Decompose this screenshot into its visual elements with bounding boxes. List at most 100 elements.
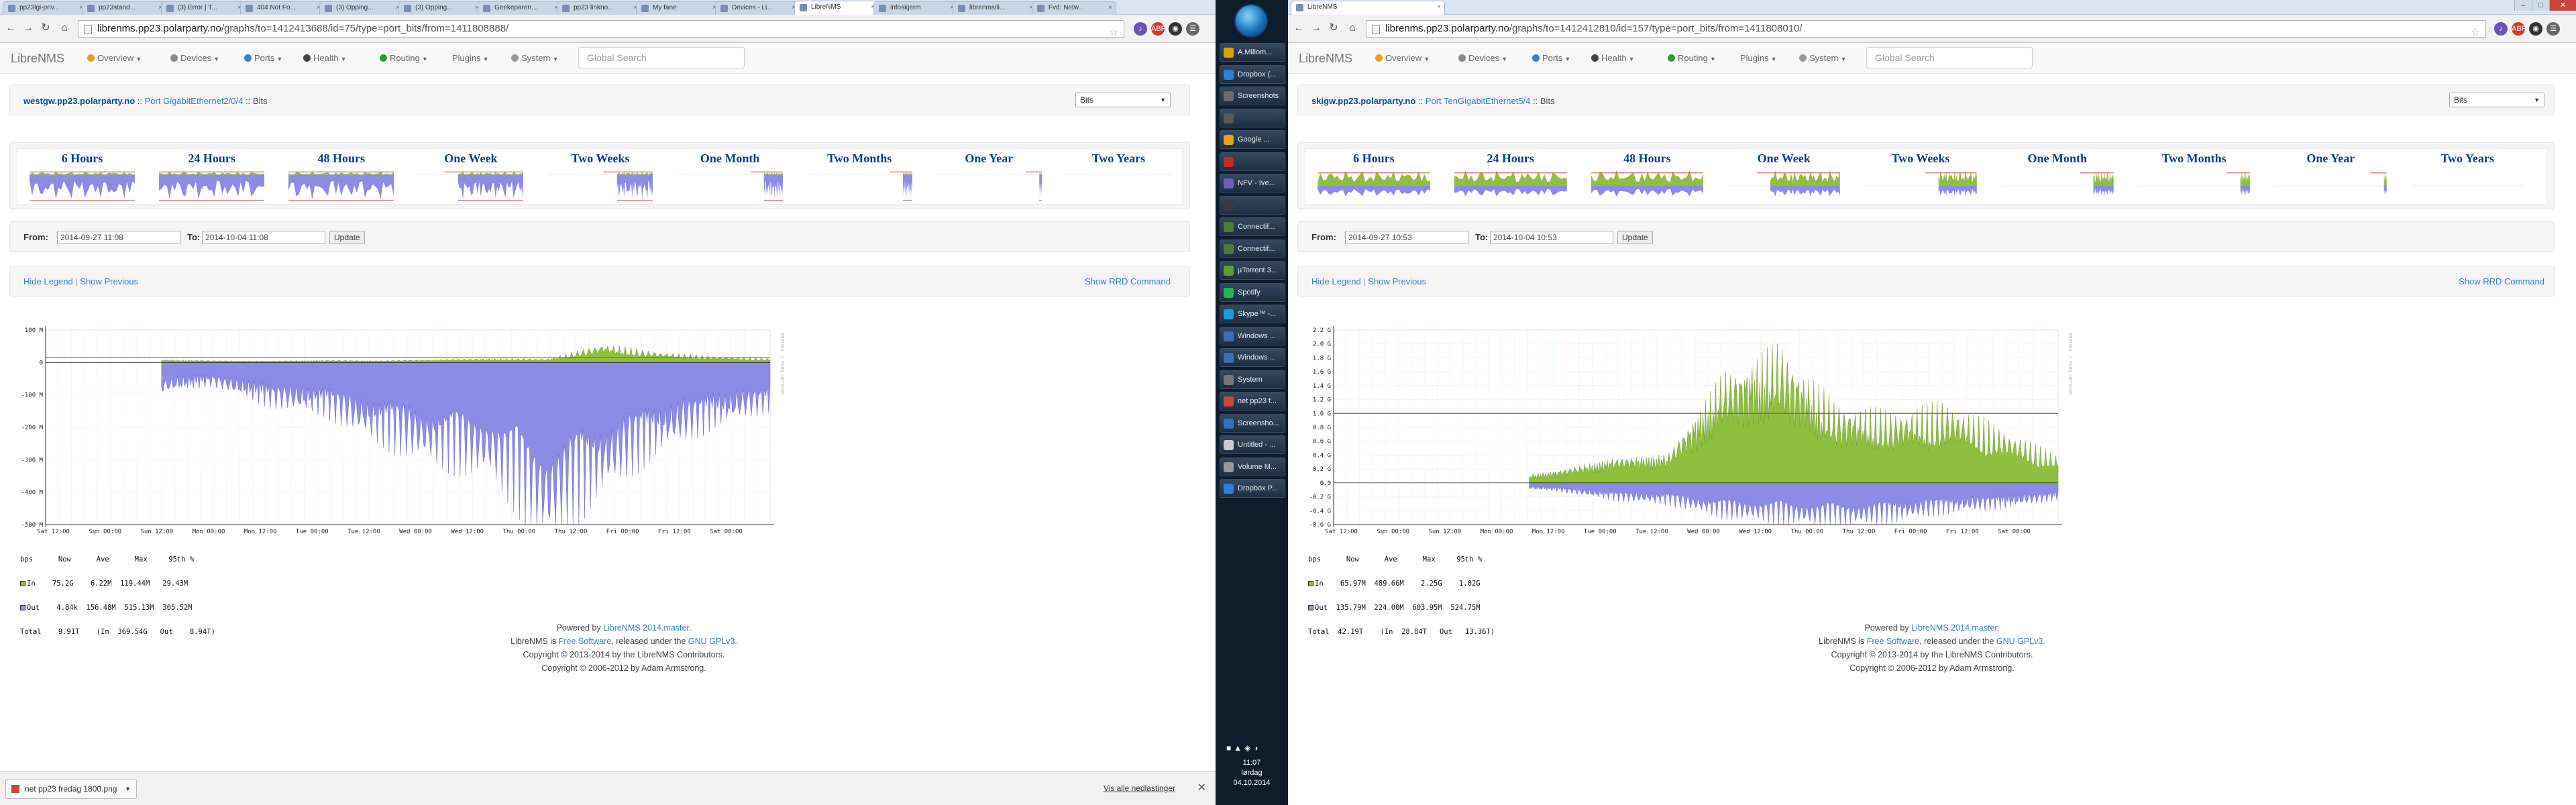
home-icon[interactable]: ⌂	[1346, 21, 1359, 35]
forward-icon[interactable]: →	[21, 21, 35, 35]
close-window-button[interactable]: ✕	[2549, 0, 2576, 11]
taskbar-item[interactable]	[1220, 195, 1285, 215]
period-thumb[interactable]: 48 Hours	[1579, 149, 1716, 205]
free-software-link[interactable]: Free Software	[1867, 637, 1920, 646]
taskbar-item[interactable]: Connectif...	[1220, 217, 1285, 236]
menu-plugins[interactable]: Plugins ▼	[1740, 53, 1777, 63]
global-search-input[interactable]: Global Search	[1866, 47, 2033, 68]
gpl-link[interactable]: GNU GPLv3	[688, 637, 735, 646]
home-icon[interactable]: ⌂	[58, 21, 71, 35]
taskbar-item[interactable]: Screensho...	[1220, 413, 1285, 433]
taskbar-item[interactable]: Windows ...	[1220, 326, 1285, 345]
period-thumb[interactable]: Two Years	[2399, 149, 2536, 205]
show-rrd-command-link[interactable]: Show RRD Command	[2459, 276, 2544, 286]
browser-tab[interactable]: (3) Opping...×	[398, 1, 483, 15]
browser-tab[interactable]: pp23stand...×	[82, 1, 166, 15]
github-extension-icon[interactable]: ◉	[2529, 22, 2542, 36]
to-date-input[interactable]: 2014-10-04 10:53	[1490, 231, 1613, 244]
menu-system[interactable]: System ▼	[511, 53, 558, 63]
taskbar-item[interactable]: Dropbox P...	[1220, 479, 1285, 498]
period-thumb[interactable]: 24 Hours	[147, 149, 276, 205]
port-link[interactable]: GigabitEthernet2/0/4	[163, 96, 243, 106]
period-thumb[interactable]: Two Months	[2126, 149, 2263, 205]
brand-logo[interactable]: LibreNMS	[11, 52, 64, 66]
free-software-link[interactable]: Free Software	[559, 637, 612, 646]
tab-close-icon[interactable]: ×	[1437, 1, 1441, 13]
browser-tab[interactable]: (3) Opping...×	[319, 1, 404, 15]
bookmark-star-icon[interactable]: ☆	[1110, 25, 1118, 37]
taskbar-item[interactable]: Spotify	[1220, 282, 1285, 302]
menu-health[interactable]: Health ▼	[1591, 53, 1635, 63]
show-all-downloads-link[interactable]: Vis alle nedlastinger	[1104, 784, 1175, 793]
hide-legend-link[interactable]: Hide Legend	[23, 276, 73, 286]
taskbar-item[interactable]: Windows ...	[1220, 348, 1285, 367]
period-thumb[interactable]: 24 Hours	[1442, 149, 1579, 205]
chrome-menu-icon[interactable]: ☰	[1186, 22, 1199, 36]
graph-type-select[interactable]: Bits ▼	[2449, 93, 2544, 107]
menu-overview[interactable]: Overview ▼	[87, 53, 142, 63]
tab-close-icon[interactable]: ×	[1108, 2, 1112, 14]
menu-health[interactable]: Health ▼	[303, 53, 347, 63]
librenms-version-link[interactable]: LibreNMS 2014.master	[1911, 623, 1997, 633]
music-extension-icon[interactable]: ♪	[2494, 22, 2508, 36]
browser-tab[interactable]: 404 Not Fo...×	[240, 1, 325, 15]
taskbar-item[interactable]: Untitled - ...	[1220, 435, 1285, 454]
to-date-input[interactable]: 2014-10-04 11:08	[202, 231, 325, 244]
show-previous-link[interactable]: Show Previous	[80, 276, 138, 286]
taskbar-item[interactable]: NFV - Ive...	[1220, 174, 1285, 193]
menu-system[interactable]: System ▼	[1799, 53, 1846, 63]
show-rrd-command-link[interactable]: Show RRD Command	[1085, 276, 1171, 286]
period-thumb[interactable]: Two Weeks	[535, 149, 665, 205]
device-link[interactable]: westgw.pp23.polarparty.no	[23, 96, 135, 106]
period-thumb[interactable]: One Year	[924, 149, 1054, 205]
menu-overview[interactable]: Overview ▼	[1375, 53, 1430, 63]
taskbar-item[interactable]: Screenshots	[1220, 87, 1285, 105]
gpl-link[interactable]: GNU GPLv3	[1996, 637, 2043, 646]
maximize-button[interactable]: □	[2532, 0, 2549, 11]
brand-logo[interactable]: LibreNMS	[1299, 52, 1352, 66]
menu-devices[interactable]: Devices ▼	[170, 53, 219, 63]
reload-icon[interactable]: ↻	[39, 21, 52, 35]
forward-icon[interactable]: →	[1309, 21, 1323, 35]
browser-tab[interactable]: My fane×	[636, 1, 720, 15]
menu-ports[interactable]: Ports ▼	[1532, 53, 1570, 63]
period-thumb[interactable]: 6 Hours	[17, 149, 147, 205]
back-icon[interactable]: ←	[4, 21, 17, 35]
menu-routing[interactable]: Routing ▼	[380, 53, 428, 63]
menu-routing[interactable]: Routing ▼	[1668, 53, 1716, 63]
chrome-menu-icon[interactable]: ☰	[2546, 22, 2560, 36]
period-thumb[interactable]: One Month	[665, 149, 795, 205]
device-link[interactable]: skigw.pp23.polarparty.no	[1311, 96, 1415, 106]
taskbar-item[interactable]: µTorrent 3...	[1220, 261, 1285, 280]
browser-tab[interactable]: infoskjerm×	[873, 1, 958, 15]
period-thumb[interactable]: One Week	[406, 149, 535, 205]
from-date-input[interactable]: 2014-09-27 11:08	[57, 231, 180, 244]
menu-devices[interactable]: Devices ▼	[1458, 53, 1507, 63]
show-previous-link[interactable]: Show Previous	[1368, 276, 1426, 286]
taskbar-item[interactable]: System	[1220, 370, 1285, 389]
address-bar[interactable]: librenms.pp23.polarparty.no/graphs/to=14…	[1366, 20, 2486, 38]
browser-tab[interactable]: Devices - Li...×	[715, 1, 800, 15]
taskbar-item[interactable]: Volume M...	[1220, 457, 1285, 476]
menu-plugins[interactable]: Plugins ▼	[452, 53, 489, 63]
address-bar[interactable]: librenms.pp23.polarparty.no/graphs/to=14…	[78, 20, 1124, 38]
taskbar-item[interactable]: A.Millom...	[1220, 43, 1285, 62]
browser-tab[interactable]: Fvd: Netw... ×	[1032, 1, 1116, 15]
period-thumb[interactable]: Two Years	[1054, 149, 1183, 205]
browser-tab[interactable]: librenms/li...×	[953, 1, 1037, 15]
taskbar-item[interactable]: Dropbox (...	[1220, 64, 1285, 84]
clock[interactable]: 11:07 lørdag 04.10.2014	[1216, 758, 1288, 788]
port-link[interactable]: TenGigabitEthernet5/4	[1444, 96, 1530, 106]
period-thumb[interactable]: 6 Hours	[1305, 149, 1442, 205]
menu-ports[interactable]: Ports ▼	[244, 53, 282, 63]
period-thumb[interactable]: One Year	[2262, 149, 2399, 205]
librenms-version-link[interactable]: LibreNMS 2014.master	[603, 623, 689, 633]
browser-tab[interactable]: pp23lgi-priv...×	[3, 1, 87, 15]
start-button[interactable]	[1234, 4, 1268, 38]
period-thumb[interactable]: Two Weeks	[1852, 149, 1989, 205]
from-date-input[interactable]: 2014-09-27 10:53	[1345, 231, 1468, 244]
bookmark-star-icon[interactable]: ☆	[2471, 25, 2480, 37]
minimize-button[interactable]: –	[2514, 0, 2532, 11]
browser-tab[interactable]: pp23 linkno...×	[557, 1, 641, 15]
taskbar-item[interactable]	[1220, 152, 1285, 171]
